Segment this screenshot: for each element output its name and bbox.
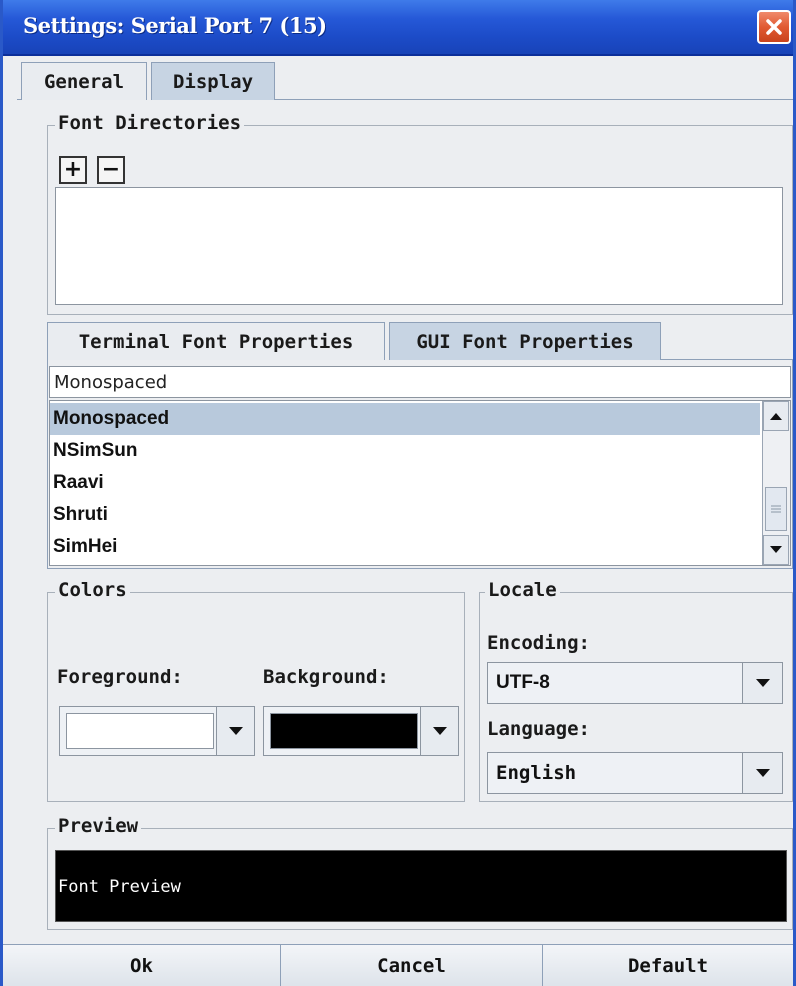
add-directory-button[interactable]: +	[59, 156, 87, 184]
language-dropdown-button[interactable]	[742, 753, 782, 793]
scroll-down-button[interactable]	[763, 535, 789, 565]
language-select[interactable]: English	[487, 752, 783, 794]
font-directories-legend: Font Directories	[55, 112, 245, 134]
minus-icon: −	[101, 157, 121, 182]
colors-group	[47, 592, 465, 802]
locale-legend: Locale	[485, 579, 560, 601]
list-item-monospaced[interactable]: Monospaced	[50, 403, 760, 435]
tab-general[interactable]: General	[21, 62, 147, 100]
list-item-simhei[interactable]: SimHei	[50, 531, 760, 563]
background-label: Background:	[263, 666, 389, 688]
close-icon	[766, 19, 782, 35]
foreground-color-combo[interactable]	[59, 706, 255, 756]
font-list-scrollbar[interactable]	[762, 401, 790, 565]
background-dropdown-button[interactable]	[420, 707, 458, 755]
font-directories-list[interactable]	[55, 187, 783, 305]
settings-dialog: Settings: Serial Port 7 (15) General Dis…	[0, 0, 796, 986]
button-bar: Ok Cancel Default	[3, 944, 793, 986]
tab-gui-font-properties[interactable]: GUI Font Properties	[389, 322, 661, 360]
preview-legend: Preview	[55, 815, 142, 837]
encoding-value: UTF-8	[496, 672, 550, 693]
ok-label: Ok	[130, 955, 153, 977]
encoding-dropdown-button[interactable]	[742, 663, 782, 703]
encoding-label: Encoding:	[487, 632, 590, 654]
chevron-down-icon	[228, 727, 243, 735]
foreground-dropdown-button[interactable]	[216, 707, 254, 755]
preview-text: Font Preview	[58, 877, 181, 897]
cancel-button[interactable]: Cancel	[281, 945, 543, 986]
ok-button[interactable]: Ok	[3, 945, 281, 986]
list-item-label: Raavi	[53, 472, 104, 493]
list-item-nsimsun[interactable]: NSimSun	[50, 435, 760, 467]
colors-legend: Colors	[55, 579, 130, 601]
plus-icon: +	[63, 157, 83, 182]
list-item-label: Monospaced	[53, 408, 170, 429]
tab-terminal-font-label: Terminal Font Properties	[78, 330, 354, 353]
scroll-up-button[interactable]	[763, 401, 789, 431]
list-item-label: SimHei	[53, 536, 118, 557]
grip-icon	[771, 505, 781, 513]
foreground-label: Foreground:	[57, 666, 183, 688]
chevron-down-icon	[432, 727, 447, 735]
chevron-down-icon	[755, 679, 770, 687]
close-button[interactable]	[757, 10, 791, 44]
list-item-shruti[interactable]: Shruti	[50, 499, 760, 531]
window-title: Settings: Serial Port 7 (15)	[23, 13, 327, 38]
tab-terminal-font-properties[interactable]: Terminal Font Properties	[47, 322, 385, 360]
background-swatch	[270, 713, 418, 749]
encoding-select[interactable]: UTF-8	[487, 662, 783, 704]
language-label: Language:	[487, 718, 590, 740]
cancel-label: Cancel	[377, 955, 446, 977]
remove-directory-button[interactable]: −	[97, 156, 125, 184]
tab-display[interactable]: Display	[151, 62, 275, 100]
title-bar[interactable]: Settings: Serial Port 7 (15)	[3, 0, 793, 56]
foreground-swatch	[66, 713, 214, 749]
chevron-down-icon	[755, 769, 770, 777]
list-item-label: Shruti	[53, 504, 108, 525]
tab-general-label: General	[43, 70, 125, 93]
default-label: Default	[627, 955, 709, 977]
arrow-up-icon	[770, 413, 782, 420]
arrow-down-icon	[770, 546, 782, 553]
default-button[interactable]: Default	[543, 945, 793, 986]
list-item-label: NSimSun	[53, 440, 138, 461]
scroll-thumb[interactable]	[765, 487, 787, 531]
font-name-field[interactable]: Monospaced	[49, 366, 791, 398]
language-value: English	[496, 762, 577, 784]
preview-area: Font Preview	[55, 850, 787, 922]
tab-gui-font-label: GUI Font Properties	[416, 330, 634, 353]
background-color-combo[interactable]	[263, 706, 459, 756]
list-item-raavi[interactable]: Raavi	[50, 467, 760, 499]
tab-display-label: Display	[172, 70, 254, 93]
font-name-value: Monospaced	[54, 371, 168, 393]
font-list[interactable]: Monospaced NSimSun Raavi Shruti SimHei	[49, 400, 791, 566]
